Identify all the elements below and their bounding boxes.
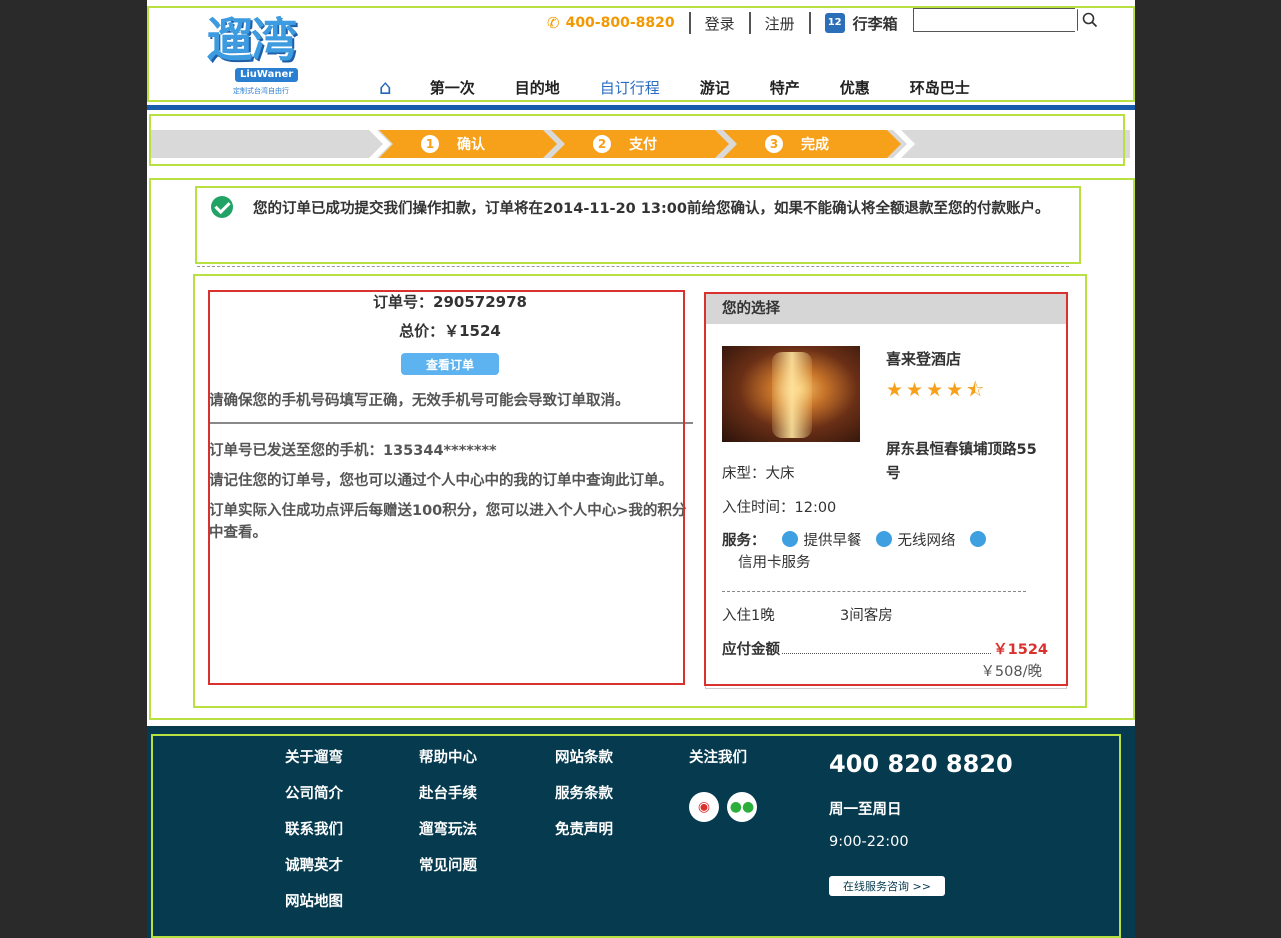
- annotation-box: [704, 292, 1068, 686]
- annotation-box: [149, 114, 1125, 166]
- annotation-box: [208, 290, 685, 685]
- annotation-box: [151, 734, 1121, 938]
- annotation-box: [147, 6, 1135, 102]
- annotation-box: [195, 186, 1081, 264]
- nav-divider: [147, 105, 1135, 110]
- page: 遛湾 LiuWaner 定制式台湾自由行 ✆ 400-800-8820 登录 注…: [147, 0, 1135, 938]
